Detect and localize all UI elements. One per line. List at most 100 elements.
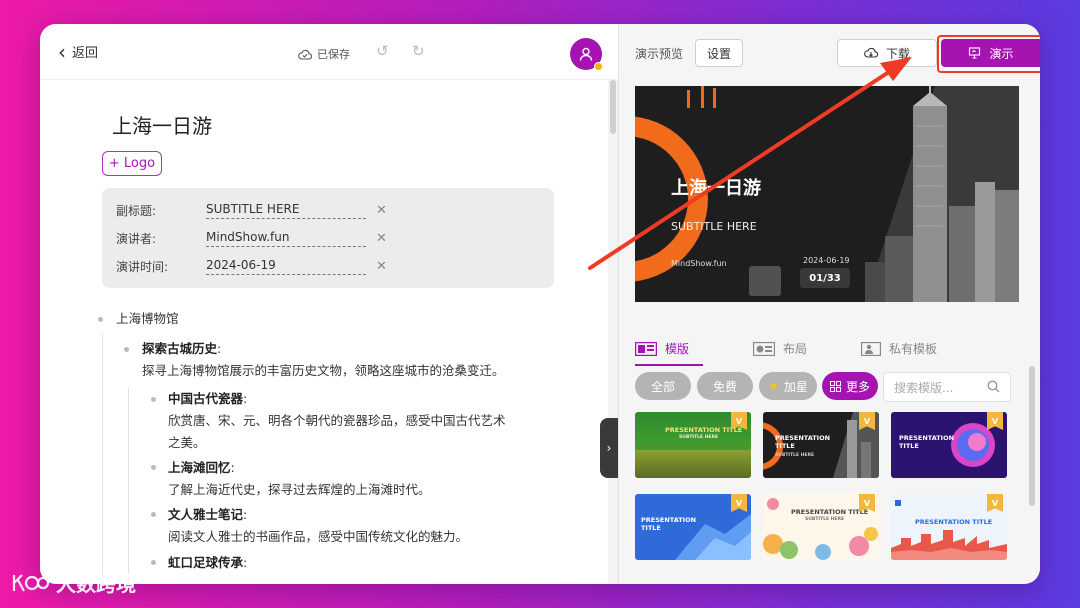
- speaker-field[interactable]: MindShow.fun: [206, 230, 366, 247]
- settings-button[interactable]: 设置: [695, 39, 743, 67]
- template-card[interactable]: PRESENTATION TITLE V: [635, 494, 751, 560]
- outline-item-text[interactable]: 探寻上海博物馆展示的丰富历史文物，领略这座城市的沧桑变迁。: [142, 360, 505, 382]
- outline-item-title: 上海滩回忆: [168, 460, 231, 475]
- present-button[interactable]: 演示: [941, 39, 1040, 67]
- outline-guide: [102, 334, 103, 584]
- collapse-panel-button[interactable]: ›: [600, 418, 618, 478]
- add-logo-button[interactable]: + Logo: [102, 151, 162, 176]
- colon: :: [243, 555, 248, 570]
- template-title: PRESENTATION TITLE: [915, 518, 993, 526]
- chevron-right-icon: ›: [606, 441, 612, 455]
- slide-preview[interactable]: 上海一日游 SUBTITLE HERE MindShow.fun 2024-06…: [635, 86, 1019, 302]
- outline-item-text[interactable]: 欣赏唐、宋、元、明各个朝代的瓷器珍品，感受中国古代艺术: [168, 410, 506, 432]
- template-subtitle: SUBTITLE HERE: [679, 435, 719, 440]
- close-icon[interactable]: ✕: [376, 259, 387, 274]
- search-input[interactable]: 搜索模版...: [883, 372, 1011, 402]
- bullet-dot: [151, 397, 156, 402]
- template-card[interactable]: PRESENTATION TITLE SUBTITLE HERE V: [763, 412, 879, 478]
- close-icon[interactable]: ✕: [376, 231, 387, 246]
- template-subtitle: SUBTITLE HERE: [775, 453, 815, 458]
- bullet-dot: [124, 347, 129, 352]
- tab-private-templates[interactable]: 私有模板: [861, 340, 937, 357]
- chevron-left-icon: ‹: [58, 39, 66, 64]
- slide-subtitle: SUBTITLE HERE: [671, 220, 757, 233]
- meta-row-date: 演讲时间: 2024-06-19 ✕: [116, 258, 387, 275]
- filter-all[interactable]: 全部: [635, 372, 691, 400]
- private-template-icon: [861, 341, 881, 356]
- close-icon[interactable]: ✕: [376, 203, 387, 218]
- template-title: PRESENTATION TITLE: [641, 516, 697, 532]
- app-window: ‹ 返回 已保存 ↺ ↻ 上海一日游 + Logo 副标题: SUBTITLE …: [40, 24, 1040, 584]
- template-art: [635, 450, 751, 478]
- template-title: PRESENTATION TITLE: [791, 508, 869, 516]
- page-indicator: 01/33: [800, 268, 850, 288]
- outline-item-title: 探索古城历史: [142, 341, 218, 356]
- tab-templates[interactable]: 模版: [635, 340, 689, 357]
- meta-row-speaker: 演讲者: MindShow.fun ✕: [116, 230, 387, 247]
- outline-item-l3[interactable]: 虹口足球传承:: [168, 552, 247, 574]
- outline-item-text[interactable]: 了解上海近代史，探寻过去辉煌的上海滩时代。: [168, 479, 431, 501]
- filter-free[interactable]: 免费: [697, 372, 753, 400]
- slide-date: 2024-06-19: [803, 256, 850, 265]
- template-title: PRESENTATION TITLE: [775, 434, 831, 450]
- outline-editor: ‹ 返回 已保存 ↺ ↻ 上海一日游 + Logo 副标题: SUBTITLE …: [40, 24, 618, 584]
- meta-fields: 副标题: SUBTITLE HERE ✕ 演讲者: MindShow.fun ✕…: [102, 188, 554, 288]
- search-icon: [987, 380, 1000, 393]
- scrollbar-thumb[interactable]: [610, 80, 616, 134]
- outline-item-l1[interactable]: 上海博物馆: [116, 308, 179, 330]
- undo-icon[interactable]: ↺: [376, 42, 389, 60]
- filter-label: 加星: [783, 379, 808, 394]
- template-card[interactable]: PRESENTATION TITLE SUBTITLE HERE V: [763, 494, 879, 560]
- bullet-dot: [151, 465, 156, 470]
- scrollbar-track[interactable]: [608, 80, 618, 584]
- outline-item-text[interactable]: 阅读文人雅士的书画作品，感受中国传统文化的魅力。: [168, 526, 468, 548]
- subtitle-field[interactable]: SUBTITLE HERE: [206, 202, 366, 219]
- back-button[interactable]: ‹ 返回: [58, 39, 99, 64]
- back-label: 返回: [72, 46, 99, 61]
- template-card[interactable]: PRESENTATION TITLE V: [891, 494, 1007, 560]
- filter-starred[interactable]: ★ 加星: [759, 372, 817, 400]
- outline-item-title: 虹口足球传承: [168, 555, 244, 570]
- colon: :: [243, 507, 248, 522]
- scrollbar-thumb[interactable]: [1029, 366, 1035, 506]
- outline-item-l2[interactable]: 探索古城历史:: [142, 338, 221, 360]
- template-card[interactable]: PRESENTATION TITLE V: [891, 412, 1007, 478]
- outline-item-l3[interactable]: 中国古代瓷器:: [168, 388, 247, 410]
- search-placeholder: 搜索模版...: [894, 380, 954, 395]
- meta-row-subtitle: 副标题: SUBTITLE HERE ✕: [116, 202, 387, 219]
- star-icon: ★: [768, 379, 779, 393]
- tab-label: 私有模板: [889, 342, 938, 356]
- template-card[interactable]: PRESENTATION TITLE SUBTITLE HERE V: [635, 412, 751, 478]
- present-label: 演示: [989, 46, 1014, 61]
- template-icon: [635, 341, 657, 356]
- slide-brand: MindShow.fun: [671, 259, 727, 268]
- slide-title: 上海一日游: [671, 178, 761, 199]
- grid-icon: [829, 380, 841, 392]
- outline-item-l3[interactable]: 上海滩回忆:: [168, 457, 235, 479]
- bullet-dot: [151, 512, 156, 517]
- outline-guide: [128, 388, 129, 584]
- colon: :: [243, 391, 248, 406]
- filter-more[interactable]: 更多: [822, 372, 878, 400]
- outline-item-l3[interactable]: 文人雅士笔记:: [168, 504, 247, 526]
- preview-panel: 演示预览 设置 下载 演示 上海一日游 SUBTITLE HERE MindSh…: [618, 24, 1040, 584]
- download-button[interactable]: 下载: [837, 39, 937, 67]
- filter-label: 更多: [845, 379, 870, 394]
- document-title[interactable]: 上海一日游: [112, 110, 212, 139]
- cloud-download-icon: [864, 47, 878, 58]
- template-tabs: 模版 布局 私有模板: [635, 340, 1025, 366]
- tab-layout[interactable]: 布局: [753, 340, 807, 357]
- date-field[interactable]: 2024-06-19: [206, 258, 366, 275]
- tab-label: 模版: [665, 342, 690, 356]
- previous-slide-button[interactable]: [749, 266, 781, 296]
- active-tab-indicator: [635, 364, 703, 366]
- outline-item-text[interactable]: 之美。: [168, 432, 206, 454]
- outline-item-title: 中国古代瓷器: [168, 391, 244, 406]
- avatar[interactable]: [570, 38, 603, 71]
- redo-icon[interactable]: ↻: [412, 42, 425, 60]
- bullet-dot: [98, 317, 103, 322]
- editor-toolbar: ‹ 返回 已保存 ↺ ↻: [40, 24, 618, 80]
- cloud-check-icon: [298, 49, 312, 60]
- user-icon: [579, 47, 593, 61]
- outline-item-title: 文人雅士笔记: [168, 507, 244, 522]
